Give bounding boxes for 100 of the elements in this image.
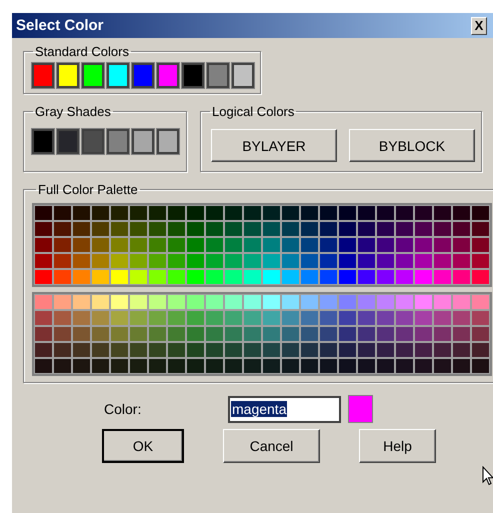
palette-swatch[interactable] [54,295,71,309]
palette-swatch[interactable] [149,206,166,220]
palette-swatch[interactable] [472,327,489,341]
palette-swatch[interactable] [434,359,451,373]
palette-swatch[interactable] [168,222,185,236]
palette-swatch[interactable] [282,238,299,252]
palette-swatch[interactable] [377,270,394,284]
palette-swatch[interactable] [434,295,451,309]
palette-swatch[interactable] [206,254,223,268]
palette-swatch[interactable] [358,359,375,373]
palette-swatch[interactable] [149,270,166,284]
palette-swatch[interactable] [415,311,432,325]
palette-swatch[interactable] [320,327,337,341]
palette-swatch[interactable] [111,359,128,373]
palette-swatch[interactable] [282,359,299,373]
palette-swatch[interactable] [396,311,413,325]
palette-swatch[interactable] [206,295,223,309]
palette-swatch[interactable] [54,343,71,357]
color-swatch[interactable] [82,63,104,88]
palette-swatch[interactable] [111,295,128,309]
palette-swatch[interactable] [415,206,432,220]
palette-swatch[interactable] [130,343,147,357]
palette-swatch[interactable] [149,295,166,309]
palette-swatch[interactable] [92,295,109,309]
palette-swatch[interactable] [320,343,337,357]
palette-swatch[interactable] [339,295,356,309]
palette-swatch[interactable] [206,327,223,341]
palette-swatch[interactable] [244,238,261,252]
palette-swatch[interactable] [453,206,470,220]
palette-swatch[interactable] [339,270,356,284]
palette-swatch[interactable] [358,222,375,236]
palette-swatch[interactable] [111,311,128,325]
palette-swatch[interactable] [358,311,375,325]
palette-swatch[interactable] [377,311,394,325]
palette-swatch[interactable] [415,270,432,284]
palette-swatch[interactable] [396,222,413,236]
palette-swatch[interactable] [187,311,204,325]
palette-swatch[interactable] [320,222,337,236]
palette-swatch[interactable] [35,295,52,309]
palette-swatch[interactable] [111,270,128,284]
palette-swatch[interactable] [301,238,318,252]
palette-swatch[interactable] [434,254,451,268]
palette-swatch[interactable] [396,327,413,341]
palette-swatch[interactable] [54,270,71,284]
palette-swatch[interactable] [225,206,242,220]
palette-swatch[interactable] [434,327,451,341]
palette-swatch[interactable] [301,343,318,357]
palette-swatch[interactable] [225,343,242,357]
palette-swatch[interactable] [301,295,318,309]
palette-swatch[interactable] [472,295,489,309]
color-swatch[interactable] [157,63,179,88]
palette-swatch[interactable] [453,254,470,268]
palette-swatch[interactable] [73,222,90,236]
palette-swatch[interactable] [73,359,90,373]
palette-swatch[interactable] [92,311,109,325]
palette-swatch[interactable] [263,238,280,252]
palette-swatch[interactable] [206,311,223,325]
palette-swatch[interactable] [263,327,280,341]
palette-swatch[interactable] [415,222,432,236]
palette-swatch[interactable] [111,343,128,357]
palette-swatch[interactable] [320,270,337,284]
palette-swatch[interactable] [358,343,375,357]
palette-swatch[interactable] [149,238,166,252]
shade-swatch[interactable] [157,129,179,154]
palette-swatch[interactable] [111,206,128,220]
palette-swatch[interactable] [377,254,394,268]
palette-swatch[interactable] [168,206,185,220]
palette-swatch[interactable] [320,206,337,220]
palette-swatch[interactable] [282,343,299,357]
palette-swatch[interactable] [54,238,71,252]
palette-swatch[interactable] [149,359,166,373]
palette-swatch[interactable] [282,254,299,268]
palette-swatch[interactable] [168,270,185,284]
palette-swatch[interactable] [168,343,185,357]
palette-swatch[interactable] [453,343,470,357]
palette-swatch[interactable] [130,206,147,220]
color-swatch[interactable] [182,63,204,88]
palette-swatch[interactable] [453,222,470,236]
palette-swatch[interactable] [206,206,223,220]
dialog-button[interactable]: Cancel [223,429,320,463]
palette-swatch[interactable] [130,311,147,325]
palette-swatch[interactable] [244,359,261,373]
palette-swatch[interactable] [415,254,432,268]
palette-swatch[interactable] [225,327,242,341]
palette-swatch[interactable] [358,295,375,309]
palette-swatch[interactable] [73,206,90,220]
palette-swatch[interactable] [301,359,318,373]
palette-swatch[interactable] [472,311,489,325]
palette-swatch[interactable] [415,343,432,357]
palette-swatch[interactable] [453,311,470,325]
logical-color-button[interactable]: BYLAYER [211,129,337,162]
palette-swatch[interactable] [130,327,147,341]
palette-swatch[interactable] [396,343,413,357]
palette-swatch[interactable] [225,359,242,373]
palette-swatch[interactable] [92,359,109,373]
palette-swatch[interactable] [339,254,356,268]
palette-swatch[interactable] [377,327,394,341]
palette-swatch[interactable] [130,295,147,309]
palette-swatch[interactable] [73,270,90,284]
palette-swatch[interactable] [35,206,52,220]
